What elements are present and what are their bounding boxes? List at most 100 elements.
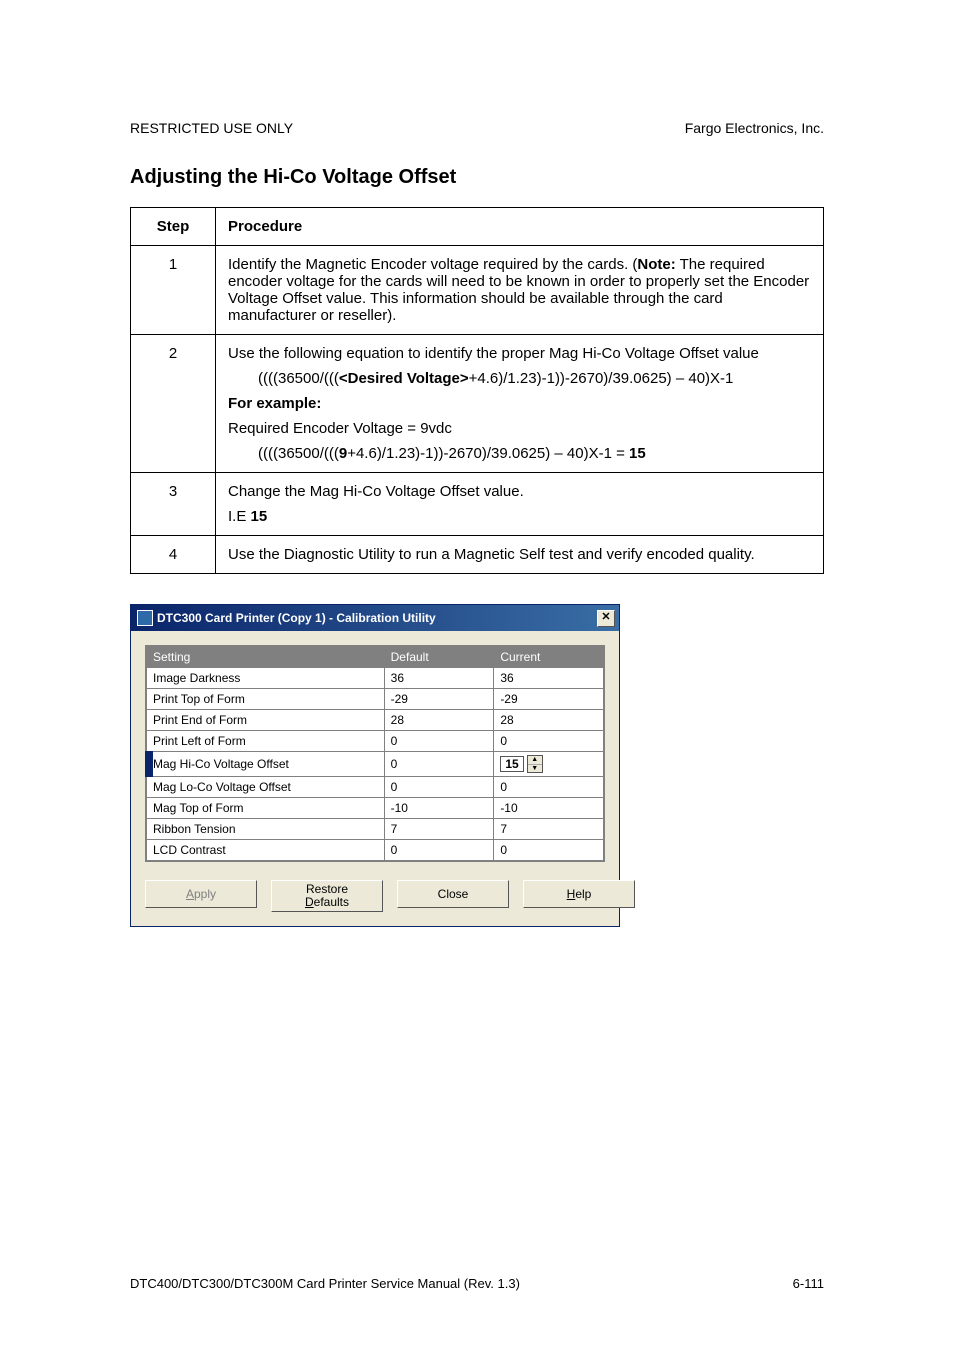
table-row: 4 Use the Diagnostic Utility to run a Ma… (131, 536, 824, 574)
setting-current[interactable]: 15 ▲ ▼ (494, 752, 604, 777)
table-row: 3 Change the Mag Hi-Co Voltage Offset va… (131, 473, 824, 536)
chevron-down-icon[interactable]: ▼ (528, 765, 542, 773)
setting-name: Mag Top of Form (147, 798, 385, 819)
step-num: 1 (131, 246, 216, 335)
dialog-title: DTC300 Card Printer (Copy 1) - Calibrati… (157, 611, 436, 625)
setting-default: 36 (384, 668, 494, 689)
section-title: Adjusting the Hi-Co Voltage Offset (130, 166, 824, 189)
setting-current: -29 (494, 689, 604, 710)
text-fragment: A (186, 887, 194, 901)
apply-button[interactable]: Apply (145, 880, 257, 908)
text-line: Use the following equation to identify t… (228, 345, 811, 362)
text-fragment: 9 (339, 445, 347, 462)
stepper-value[interactable]: 15 (500, 756, 523, 772)
text-fragment: D (305, 895, 314, 909)
procedure-table: Step Procedure 1 Identify the Magnetic E… (130, 207, 824, 574)
setting-name: Ribbon Tension (147, 819, 385, 840)
table-row[interactable]: Ribbon Tension 7 7 (147, 819, 604, 840)
table-row[interactable]: Mag Hi-Co Voltage Offset 0 15 ▲ ▼ (147, 752, 604, 777)
setting-name: Mag Hi-Co Voltage Offset (147, 752, 385, 777)
col-setting: Setting (147, 647, 385, 668)
text-line: Required Encoder Voltage = 9vdc (228, 420, 811, 437)
restore-defaults-button[interactable]: Restore Defaults (271, 880, 383, 912)
setting-default: 28 (384, 710, 494, 731)
col-step: Step (131, 208, 216, 246)
settings-table: Setting Default Current Image Darkness 3… (146, 646, 604, 861)
text-fragment: I.E (228, 508, 251, 525)
step-text: Use the following equation to identify t… (216, 335, 824, 473)
setting-name: LCD Contrast (147, 840, 385, 861)
settings-group: Setting Default Current Image Darkness 3… (145, 645, 605, 862)
setting-current: -10 (494, 798, 604, 819)
text-line: I.E 15 (228, 508, 811, 525)
text-fragment: Identify the Magnetic Encoder voltage re… (228, 256, 637, 273)
header-right: Fargo Electronics, Inc. (685, 120, 824, 136)
stepper-buttons[interactable]: ▲ ▼ (527, 755, 543, 773)
text-fragment: pply (194, 887, 216, 901)
step-text: Identify the Magnetic Encoder voltage re… (216, 246, 824, 335)
titlebar: DTC300 Card Printer (Copy 1) - Calibrati… (131, 605, 619, 631)
calibration-dialog: DTC300 Card Printer (Copy 1) - Calibrati… (130, 604, 620, 927)
setting-default: 0 (384, 752, 494, 777)
equation: ((((36500/(((9+4.6)/1.23)-1))-2670)/39.0… (228, 445, 811, 462)
footer-right: 6-111 (793, 1276, 824, 1291)
chevron-up-icon[interactable]: ▲ (528, 756, 542, 765)
step-num: 2 (131, 335, 216, 473)
setting-current: 28 (494, 710, 604, 731)
setting-current: 0 (494, 840, 604, 861)
close-button[interactable]: Close (397, 880, 509, 908)
setting-current: 0 (494, 731, 604, 752)
setting-current: 0 (494, 777, 604, 798)
help-button[interactable]: Help (523, 880, 635, 908)
quantity-stepper[interactable]: 15 ▲ ▼ (500, 755, 542, 773)
step-num: 3 (131, 473, 216, 536)
setting-default: -29 (384, 689, 494, 710)
setting-name: Print End of Form (147, 710, 385, 731)
text-fragment: <Desired Voltage> (339, 370, 469, 387)
app-icon (137, 610, 153, 626)
step-text: Use the Diagnostic Utility to run a Magn… (216, 536, 824, 574)
table-row[interactable]: LCD Contrast 0 0 (147, 840, 604, 861)
setting-name: Image Darkness (147, 668, 385, 689)
selection-marker (149, 751, 153, 777)
text-fragment: ((((36500/((( (258, 370, 339, 387)
col-default: Default (384, 647, 494, 668)
step-num: 4 (131, 536, 216, 574)
table-row: 1 Identify the Magnetic Encoder voltage … (131, 246, 824, 335)
table-row[interactable]: Image Darkness 36 36 (147, 668, 604, 689)
setting-default: 0 (384, 777, 494, 798)
text-fragment: elp (575, 887, 591, 901)
setting-default: -10 (384, 798, 494, 819)
footer-left: DTC400/DTC300/DTC300M Card Printer Servi… (130, 1276, 520, 1291)
text-fragment: +4.6)/1.23)-1))-2670)/39.0625) – 40)X-1 (469, 370, 734, 387)
text-fragment: ((((36500/((( (258, 445, 339, 462)
setting-name: Mag Lo-Co Voltage Offset (147, 777, 385, 798)
col-current: Current (494, 647, 604, 668)
equation: ((((36500/(((<Desired Voltage>+4.6)/1.23… (228, 370, 811, 387)
table-row: 2 Use the following equation to identify… (131, 335, 824, 473)
setting-current: 7 (494, 819, 604, 840)
setting-default: 0 (384, 731, 494, 752)
text-fragment: efaults (314, 895, 349, 909)
close-icon[interactable]: ✕ (597, 610, 615, 627)
table-row[interactable]: Print Top of Form -29 -29 (147, 689, 604, 710)
setting-default: 0 (384, 840, 494, 861)
table-row[interactable]: Mag Top of Form -10 -10 (147, 798, 604, 819)
col-procedure: Procedure (216, 208, 824, 246)
step-text: Change the Mag Hi-Co Voltage Offset valu… (216, 473, 824, 536)
table-row[interactable]: Mag Lo-Co Voltage Offset 0 0 (147, 777, 604, 798)
header-left: RESTRICTED USE ONLY (130, 120, 293, 136)
setting-default: 7 (384, 819, 494, 840)
text-line: Change the Mag Hi-Co Voltage Offset valu… (228, 483, 811, 500)
text-fragment: 15 (629, 445, 646, 462)
table-row[interactable]: Print Left of Form 0 0 (147, 731, 604, 752)
setting-name: Print Left of Form (147, 731, 385, 752)
text-fragment: 15 (251, 508, 268, 525)
setting-name: Print Top of Form (147, 689, 385, 710)
note-label: Note: (637, 256, 675, 273)
setting-current: 36 (494, 668, 604, 689)
text-fragment: +4.6)/1.23)-1))-2670)/39.0625) – 40)X-1 … (347, 445, 629, 462)
for-example: For example: (228, 395, 811, 412)
text-fragment: Mag Hi-Co Voltage Offset (153, 757, 289, 771)
table-row[interactable]: Print End of Form 28 28 (147, 710, 604, 731)
